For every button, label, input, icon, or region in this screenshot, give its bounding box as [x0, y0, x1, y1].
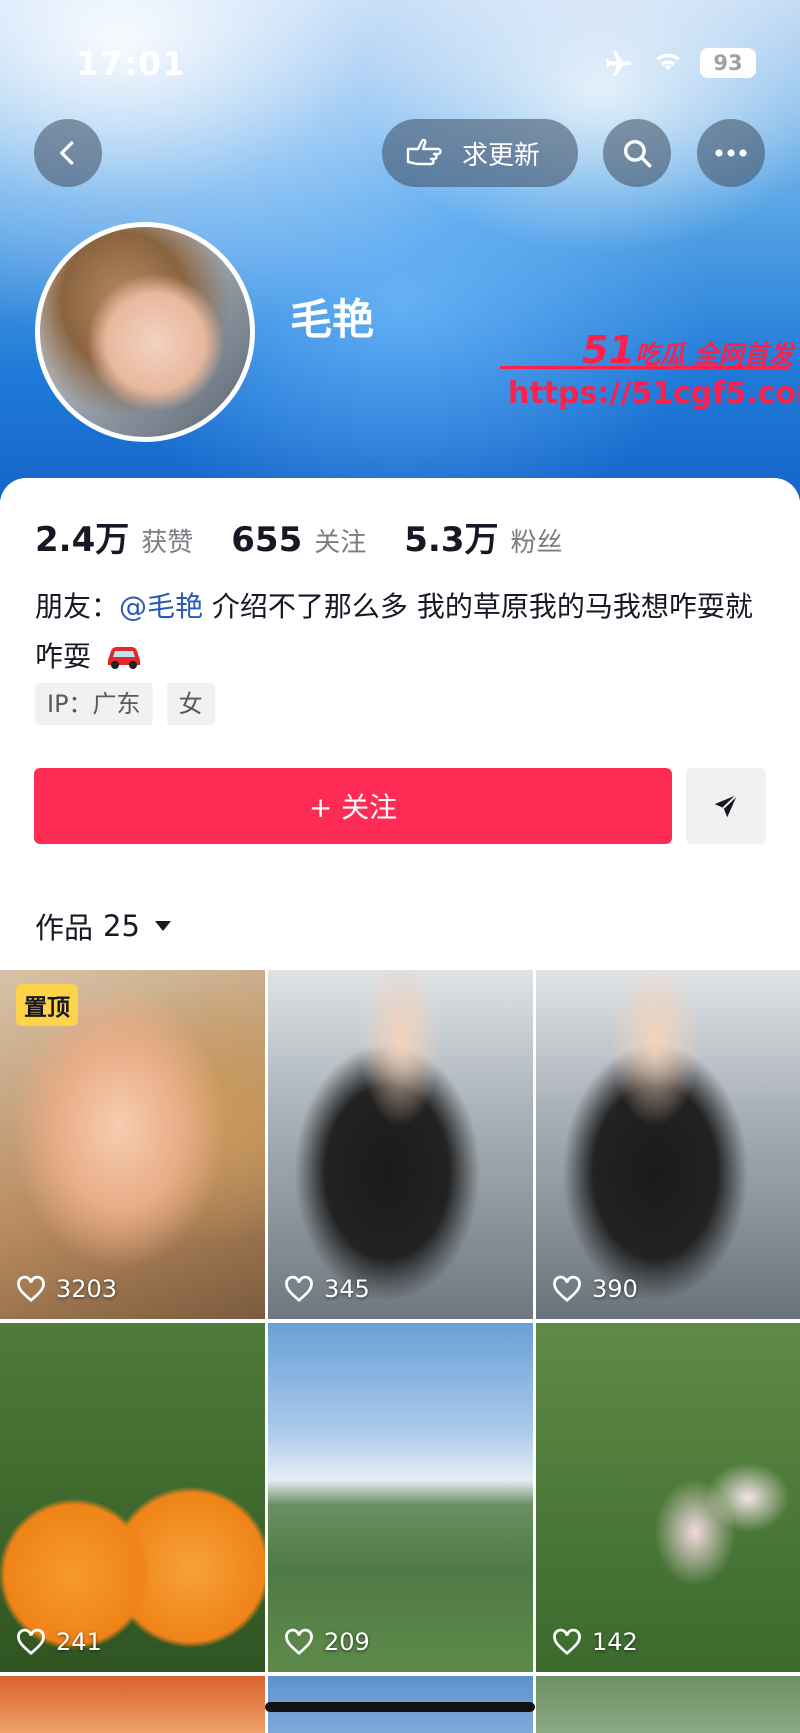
video-likes: 3203: [16, 1275, 117, 1303]
watermark-divider: [500, 366, 790, 369]
video-grid: 置顶 3203 345 390 241 209 142: [0, 970, 800, 1733]
stat-following[interactable]: 655 关注: [231, 520, 366, 560]
watermark-brand-text: 吃瓜 全网首发: [634, 340, 794, 369]
works-header[interactable]: 作品 25: [35, 905, 172, 947]
tag-ip-location: IP：广东: [35, 683, 153, 725]
stat-followers-value: 5.3万: [404, 520, 499, 560]
follow-button[interactable]: + 关注: [34, 768, 672, 844]
video-tile[interactable]: 209: [268, 1323, 533, 1672]
status-time: 17:01: [76, 44, 187, 83]
heart-icon: [285, 1628, 313, 1656]
video-likes-count: 3203: [56, 1275, 118, 1303]
video-likes: 209: [284, 1628, 370, 1656]
stat-following-label: 关注: [314, 528, 367, 558]
profile-stats: 2.4万 获赞 655 关注 5.3万 粉丝: [35, 512, 601, 561]
works-label: 作品: [35, 911, 94, 945]
video-likes: 345: [284, 1275, 370, 1303]
tag-gender: 女: [166, 683, 215, 725]
video-tile[interactable]: 241: [0, 1323, 265, 1672]
request-update-label: 求更新: [462, 140, 541, 171]
heart-icon: [17, 1628, 45, 1656]
profile-header: 17:01 93 求更新 毛艳 51吃瓜 全网首发 https://51cgf5…: [0, 0, 800, 500]
watermark-url: https://51cgf5.com: [508, 376, 800, 411]
video-likes-count: 345: [324, 1275, 370, 1303]
video-likes-count: 142: [592, 1628, 638, 1656]
airplane-mode-icon: [606, 50, 632, 76]
more-button[interactable]: [697, 119, 765, 187]
pinned-badge: 置顶: [16, 984, 78, 1026]
stat-likes[interactable]: 2.4万 获赞: [35, 512, 193, 561]
video-tile[interactable]: [536, 1676, 800, 1733]
video-tile[interactable]: 置顶 3203: [0, 970, 265, 1319]
profile-username: 毛艳: [290, 295, 375, 344]
chevron-left-icon: [60, 141, 74, 165]
video-likes-count: 209: [324, 1628, 370, 1656]
stat-following-value: 655: [231, 520, 303, 560]
send-icon: [714, 794, 738, 818]
heart-icon: [285, 1275, 313, 1303]
caret-down-icon: [154, 921, 171, 931]
battery-indicator: 93: [700, 48, 756, 78]
search-icon: [623, 139, 652, 168]
search-button[interactable]: [603, 119, 671, 187]
video-tile[interactable]: 390: [536, 970, 800, 1319]
more-dots-icon: [715, 149, 747, 157]
share-button[interactable]: [686, 768, 766, 844]
stat-likes-value: 2.4万: [35, 520, 130, 560]
watermark: 51吃瓜 全网首发 https://51cgf5.com: [500, 328, 800, 418]
video-likes-count: 390: [592, 1275, 638, 1303]
back-button[interactable]: [34, 119, 102, 187]
stat-likes-label: 获赞: [141, 528, 194, 558]
video-likes: 241: [16, 1628, 102, 1656]
request-update-button[interactable]: 求更新: [382, 119, 578, 187]
heart-icon: [553, 1628, 581, 1656]
profile-bio: 朋友：@毛艳 介绍不了那么多 我的草原我的马我想咋耍就咋耍: [35, 582, 765, 682]
video-tile[interactable]: 142: [536, 1323, 800, 1672]
video-tile[interactable]: [0, 1676, 265, 1733]
bio-mention-link[interactable]: @毛艳: [119, 590, 203, 623]
stat-followers[interactable]: 5.3万 粉丝: [404, 512, 562, 561]
heart-icon: [17, 1275, 45, 1303]
stat-followers-label: 粉丝: [510, 528, 563, 558]
video-tile[interactable]: 345: [268, 970, 533, 1319]
car-emoji-icon: [107, 647, 140, 669]
pointing-hand-icon: [406, 138, 442, 166]
video-likes: 142: [552, 1628, 638, 1656]
bio-prefix: 朋友：: [35, 590, 120, 623]
profile-tags: IP：广东 女: [35, 683, 229, 725]
works-count: 25: [103, 909, 140, 943]
wifi-icon: [656, 53, 680, 71]
status-bar: 17:01 93: [0, 0, 800, 120]
video-likes-count: 241: [56, 1628, 102, 1656]
home-indicator[interactable]: [265, 1702, 535, 1712]
avatar[interactable]: [35, 222, 255, 442]
video-likes: 390: [552, 1275, 638, 1303]
heart-icon: [553, 1275, 581, 1303]
